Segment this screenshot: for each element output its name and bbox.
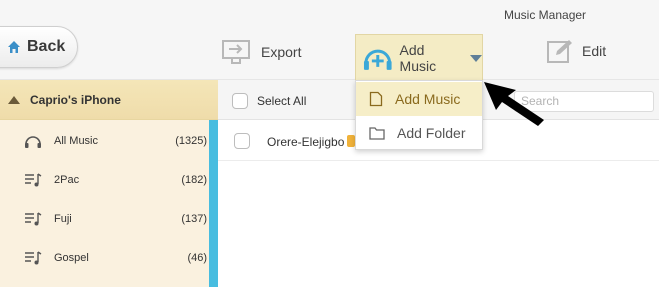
sidebar-item-label: Fuji [54, 213, 72, 225]
sidebar-item-label: 2Pac [54, 174, 80, 186]
device-name: Caprio's iPhone [30, 92, 121, 107]
export-label: Export [261, 44, 302, 60]
back-label: Back [27, 38, 66, 55]
select-all-label: Select All [257, 94, 307, 108]
back-button[interactable]: Back [0, 26, 78, 68]
sidebar-item-count: (46) [187, 252, 207, 264]
sidebar-item-label: All Music [54, 135, 99, 147]
add-music-icon [363, 49, 392, 70]
menu-item-label: Add Folder [397, 125, 466, 141]
menu-item-add-music[interactable]: Add Music [356, 82, 482, 116]
sidebar-item-gospel[interactable]: Gospel (46) [0, 239, 209, 277]
select-all-checkbox[interactable]: Select All [232, 93, 306, 109]
file-icon [369, 91, 383, 107]
folder-icon [369, 127, 385, 140]
sidebar-scrollbar[interactable] [209, 120, 218, 287]
sidebar: Caprio's iPhone All Music (1325) 2Pac (1… [0, 80, 218, 287]
sidebar-item-all-music[interactable]: All Music (1325) [0, 122, 209, 160]
sidebar-item-count: (1325) [175, 135, 207, 147]
add-music-dropdown: Add Music Add Folder [355, 80, 483, 150]
playlist-icon [25, 173, 42, 187]
toolbar: Music Manager Back Export Add Music Edit [0, 0, 659, 80]
sidebar-item-label: Gospel [54, 252, 89, 264]
checkbox[interactable] [232, 93, 248, 109]
sidebar-item-2pac[interactable]: 2Pac (182) [0, 161, 209, 199]
headphones-icon [25, 136, 41, 148]
row-checkbox[interactable] [234, 133, 250, 149]
sync-badge-icon [347, 135, 355, 147]
sidebar-item-count: (137) [181, 213, 207, 225]
playlist-icon [25, 212, 42, 226]
sidebar-item-count: (182) [181, 174, 207, 186]
edit-icon [547, 40, 572, 63]
collapse-triangle-icon [8, 95, 20, 104]
arrow-pointer-icon [484, 82, 544, 126]
export-button[interactable]: Export [221, 38, 301, 66]
export-icon [222, 40, 250, 64]
menu-item-add-folder[interactable]: Add Folder [356, 116, 482, 150]
sidebar-item-fuji[interactable]: Fuji (137) [0, 200, 209, 238]
device-row[interactable]: Caprio's iPhone [0, 80, 218, 120]
playlist-icon [25, 251, 42, 265]
home-icon [8, 41, 20, 53]
chevron-down-icon [470, 55, 482, 62]
song-title: Orere-Elejigbo [267, 135, 345, 149]
edit-button[interactable]: Edit [546, 38, 606, 64]
menu-item-label: Add Music [395, 91, 461, 107]
window-title: Music Manager [504, 8, 587, 22]
add-music-label: Add Music [399, 41, 437, 74]
edit-label: Edit [582, 43, 607, 59]
add-music-button[interactable]: Add Music [355, 34, 483, 80]
